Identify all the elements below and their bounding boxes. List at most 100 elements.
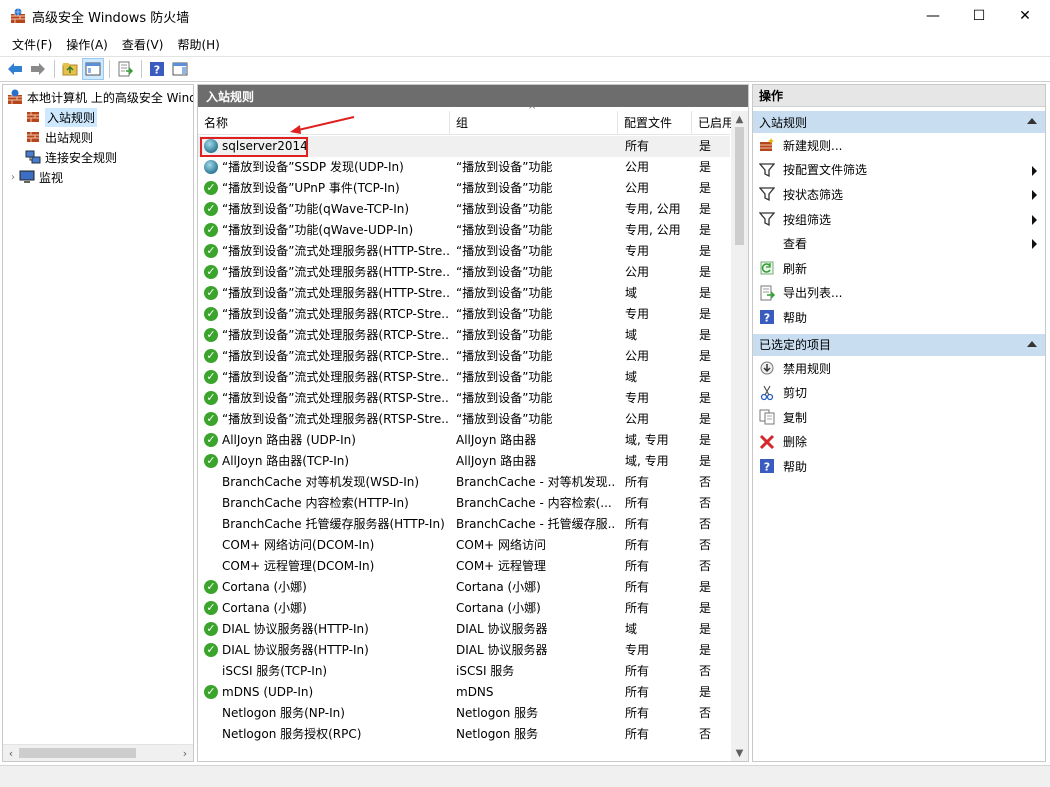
cell-enabled: 是 <box>699 433 712 447</box>
table-row[interactable]: BranchCache 内容检索(HTTP-In) BranchCache - 内… <box>198 493 730 514</box>
cell-enabled: 是 <box>699 202 712 216</box>
table-row[interactable]: ✓ “播放到设备”流式处理服务器(RTSP-Stre... “播放到设备”功能 域 是 <box>198 367 730 388</box>
scroll-down-icon[interactable]: ▼ <box>731 745 748 761</box>
collapse-caret-icon[interactable] <box>1027 340 1037 347</box>
table-row[interactable]: ✓ AllJoyn 路由器(TCP-In) AllJoyn 路由器 域, 专用 是 <box>198 451 730 472</box>
scroll-up-icon[interactable]: ▲ <box>731 111 748 127</box>
cell-name: BranchCache 对等机发现(WSD-In) <box>222 475 420 489</box>
tree-item-connection-security-rules[interactable]: 连接安全规则 <box>25 147 117 167</box>
cell-profile: 域 <box>625 622 638 636</box>
action-item[interactable]: ? 帮助 <box>753 454 1045 479</box>
menu-view[interactable]: 查看(V) <box>116 34 170 55</box>
table-row[interactable]: ✓ “播放到设备”流式处理服务器(RTCP-Stre... “播放到设备”功能 专用 是 <box>198 304 730 325</box>
action-item[interactable]: ? 帮助 <box>753 305 1045 330</box>
action-item[interactable]: 查看 <box>753 231 1045 256</box>
help-button[interactable]: ? <box>146 58 168 80</box>
table-row[interactable]: COM+ 远程管理(DCOM-In) COM+ 远程管理 所有 否 <box>198 556 730 577</box>
action-item[interactable]: 删除 <box>753 430 1045 455</box>
tree-horizontal-scrollbar[interactable]: ‹ › <box>3 744 193 761</box>
show-hide-action-pane-icon <box>172 62 188 76</box>
cell-group: “播放到设备”功能 <box>456 202 553 216</box>
menu-action[interactable]: 操作(A) <box>60 34 114 55</box>
action-item[interactable]: 新建规则... <box>753 133 1045 158</box>
table-row[interactable]: ✓ “播放到设备”流式处理服务器(RTSP-Stre... “播放到设备”功能 公用 是 <box>198 409 730 430</box>
table-row[interactable]: iSCSI 服务(TCP-In) iSCSI 服务 所有 否 <box>198 661 730 682</box>
scroll-left-icon[interactable]: ‹ <box>3 745 19 761</box>
menu-file[interactable]: 文件(F) <box>6 34 58 55</box>
table-row[interactable]: ✓ DIAL 协议服务器(HTTP-In) DIAL 协议服务器 域 是 <box>198 619 730 640</box>
action-item[interactable]: 按配置文件筛选 <box>753 158 1045 183</box>
svg-text:?: ? <box>764 312 770 325</box>
table-row[interactable]: ✓ Cortana (小娜) Cortana (小娜) 所有 是 <box>198 577 730 598</box>
table-row[interactable]: BranchCache 对等机发现(WSD-In) BranchCache - 对… <box>198 472 730 493</box>
action-item[interactable]: 刷新 <box>753 256 1045 281</box>
show-hide-action-pane-button[interactable] <box>169 58 191 80</box>
table-row[interactable]: BranchCache 托管缓存服务器(HTTP-In) BranchCache … <box>198 514 730 535</box>
cell-name: “播放到设备”流式处理服务器(RTSP-Stre... <box>222 412 450 426</box>
action-item[interactable]: 禁用规则 <box>753 356 1045 381</box>
menu-help[interactable]: 帮助(H) <box>171 34 225 55</box>
cell-group: AllJoyn 路由器 <box>456 454 537 468</box>
action-item[interactable]: 导出列表... <box>753 281 1045 306</box>
tree-item-monitor[interactable]: › 监视 <box>11 167 63 187</box>
table-row[interactable]: ✓ “播放到设备”UPnP 事件(TCP-In) “播放到设备”功能 公用 是 <box>198 178 730 199</box>
column-profile[interactable]: 配置文件 <box>618 111 692 135</box>
toolbar-separator <box>54 60 55 78</box>
show-hide-tree-button[interactable] <box>82 58 104 80</box>
help-icon: ? <box>759 309 775 325</box>
table-row[interactable]: ✓ “播放到设备”流式处理服务器(HTTP-Stre... “播放到设备”功能 公用 是 <box>198 262 730 283</box>
expand-chevron-icon[interactable]: › <box>11 172 15 183</box>
table-row[interactable]: COM+ 网络访问(DCOM-In) COM+ 网络访问 所有 否 <box>198 535 730 556</box>
cell-enabled: 是 <box>699 391 712 405</box>
rules-vertical-scrollbar[interactable]: ▲ ▼ <box>731 111 748 761</box>
maximize-button[interactable]: ☐ <box>956 0 1002 32</box>
scroll-right-icon[interactable]: › <box>177 745 193 761</box>
table-row[interactable]: “播放到设备”SSDP 发现(UDP-In) “播放到设备”功能 公用 是 <box>198 157 730 178</box>
enabled-check-icon: ✓ <box>204 643 218 657</box>
table-row[interactable]: ✓ DIAL 协议服务器(HTTP-In) DIAL 协议服务器 专用 是 <box>198 640 730 661</box>
inbound-rules-icon <box>25 109 41 125</box>
action-item[interactable]: 复制 <box>753 405 1045 430</box>
enabled-check-icon: ✓ <box>204 286 218 300</box>
collapse-caret-icon[interactable] <box>1027 118 1037 124</box>
table-row[interactable]: ✓ mDNS (UDP-In) mDNS 所有 是 <box>198 682 730 703</box>
column-enabled[interactable]: 已启用 <box>692 111 732 135</box>
forward-button[interactable] <box>27 58 49 80</box>
minimize-button[interactable]: — <box>910 0 956 32</box>
section-label: 已选定的项目 <box>759 338 832 353</box>
up-button[interactable] <box>59 58 81 80</box>
cell-group: “播放到设备”功能 <box>456 244 553 258</box>
scroll-thumb[interactable] <box>19 748 136 758</box>
cell-enabled: 是 <box>699 580 712 594</box>
table-row[interactable]: ✓ “播放到设备”功能(qWave-UDP-In) “播放到设备”功能 专用, 公用 是 <box>198 220 730 241</box>
back-button[interactable] <box>4 58 26 80</box>
table-row[interactable]: ✓ “播放到设备”流式处理服务器(HTTP-Stre... “播放到设备”功能 专用 是 <box>198 241 730 262</box>
action-item[interactable]: 剪切 <box>753 380 1045 405</box>
tree-root-local-firewall[interactable]: 本地计算机 上的高级安全 Windows 防火墙 <box>7 87 193 107</box>
table-row[interactable]: ✓ “播放到设备”流式处理服务器(RTSP-Stre... “播放到设备”功能 专用 是 <box>198 388 730 409</box>
cell-enabled: 是 <box>699 139 712 153</box>
tree-item-outbound-rules[interactable]: 出站规则 <box>25 127 93 147</box>
actions-section-selected-items[interactable]: 已选定的项目 <box>753 333 1045 356</box>
cell-enabled: 否 <box>699 538 712 552</box>
table-row[interactable]: ✓ AllJoyn 路由器 (UDP-In) AllJoyn 路由器 域, 专用 是 <box>198 430 730 451</box>
table-row[interactable]: Netlogon 服务授权(RPC) Netlogon 服务 所有 否 <box>198 724 730 745</box>
cell-name: Netlogon 服务授权(RPC) <box>222 727 362 741</box>
cell-profile: 专用 <box>625 643 650 657</box>
table-row[interactable]: ✓ Cortana (小娜) Cortana (小娜) 所有 是 <box>198 598 730 619</box>
table-row[interactable]: ✓ “播放到设备”流式处理服务器(RTCP-Stre... “播放到设备”功能 公用 是 <box>198 346 730 367</box>
action-item[interactable]: 按组筛选 <box>753 207 1045 232</box>
export-list-button[interactable] <box>114 58 136 80</box>
table-row[interactable]: Netlogon 服务(NP-In) Netlogon 服务 所有 否 <box>198 703 730 724</box>
help-icon: ? <box>759 458 775 474</box>
actions-section-inbound-rules[interactable]: 入站规则 <box>753 111 1045 133</box>
close-button[interactable]: ✕ <box>1002 0 1048 32</box>
table-row[interactable]: ✓ “播放到设备”流式处理服务器(HTTP-Stre... “播放到设备”功能 域 是 <box>198 283 730 304</box>
table-row[interactable]: ✓ “播放到设备”功能(qWave-TCP-In) “播放到设备”功能 专用, 公用 是 <box>198 199 730 220</box>
submenu-arrow-icon <box>1032 239 1037 250</box>
scroll-thumb[interactable] <box>735 127 744 245</box>
table-row[interactable]: ✓ “播放到设备”流式处理服务器(RTCP-Stre... “播放到设备”功能 域 是 <box>198 325 730 346</box>
tree-item-inbound-rules[interactable]: 入站规则 <box>25 107 98 127</box>
blank-icon <box>759 236 775 252</box>
action-item[interactable]: 按状态筛选 <box>753 182 1045 207</box>
